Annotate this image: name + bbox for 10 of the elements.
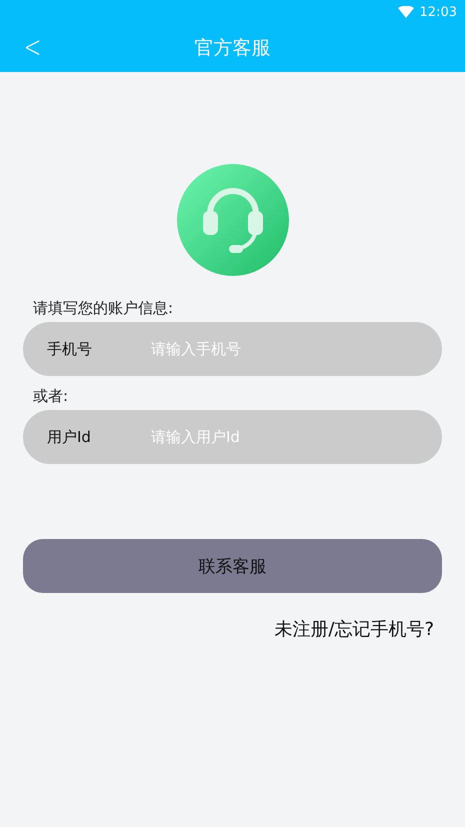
field-caption: 请填写您的账户信息: [33,298,174,318]
status-time: 12:03 [420,4,457,20]
field-caption: 或者: [33,386,70,406]
field-label: 手机号 [47,340,93,358]
headset-icon [176,164,288,276]
page-title: 官方客服 [194,36,270,61]
wifi-icon [398,6,414,18]
forgot-link[interactable]: 未注册/忘记手机号? [274,617,434,641]
field-label: 用户Id [47,428,92,446]
contact-button[interactable]: 联系客服 [23,539,442,593]
